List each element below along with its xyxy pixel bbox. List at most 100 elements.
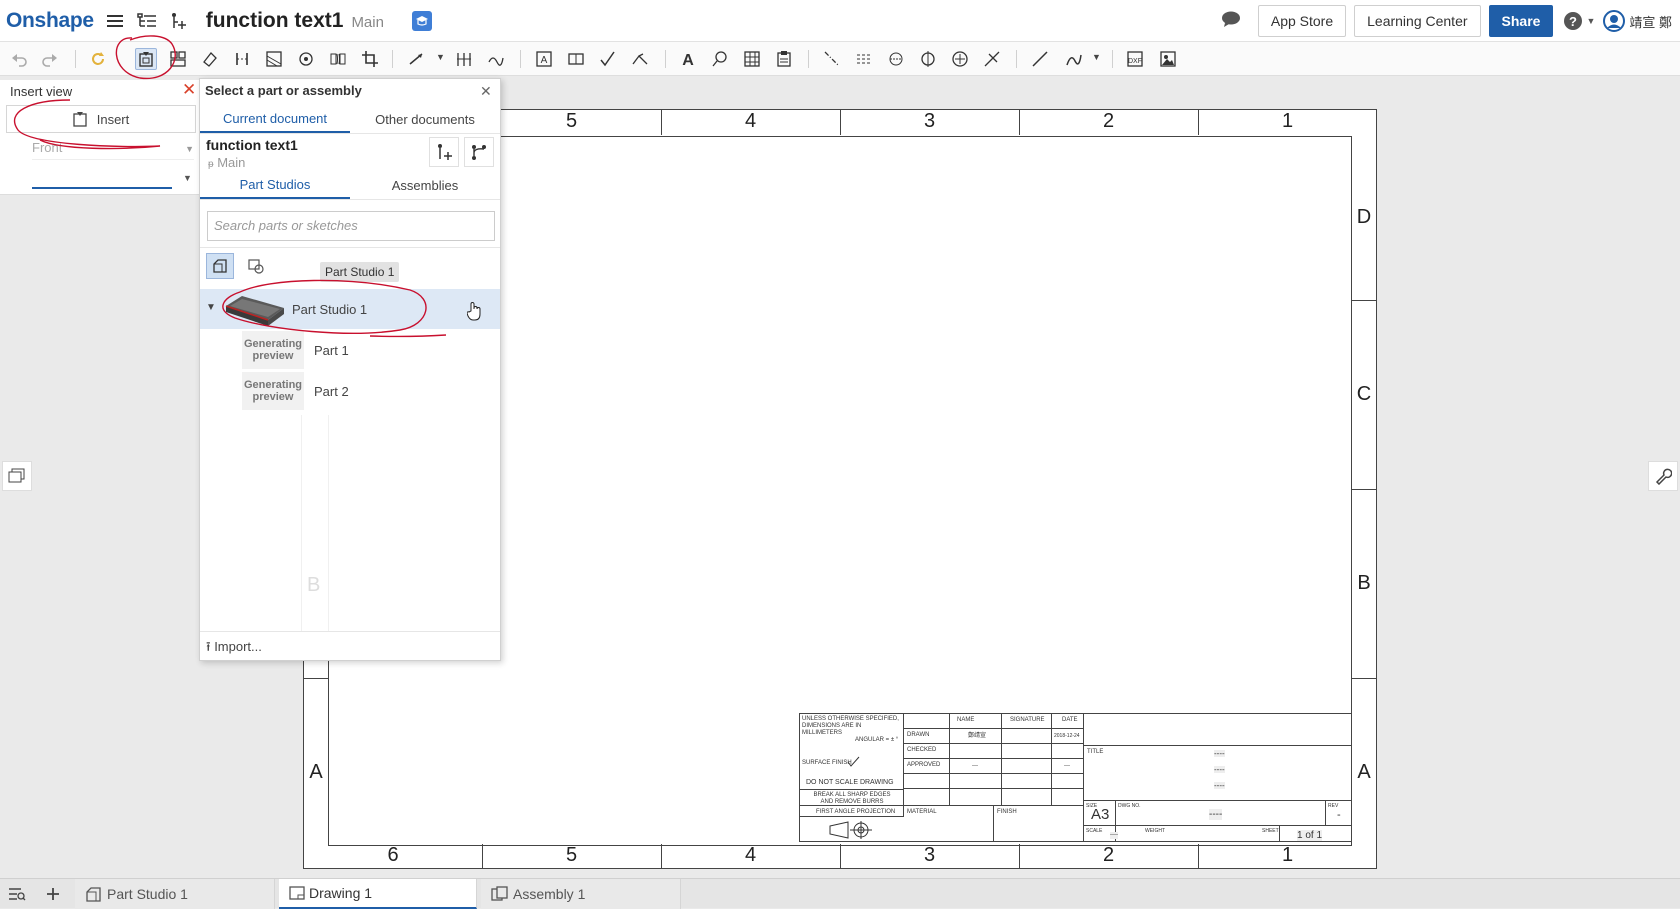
point-to-point-centerline-icon[interactable] xyxy=(885,48,907,70)
line-icon[interactable] xyxy=(1029,48,1051,70)
tab-assemblies[interactable]: Assemblies xyxy=(350,171,500,199)
add-tab-icon[interactable] xyxy=(43,885,63,903)
chamfer-note-icon[interactable] xyxy=(981,48,1003,70)
close-icon[interactable]: ✕ xyxy=(182,80,196,100)
dimension-icon[interactable] xyxy=(406,48,428,70)
tb-title-line1[interactable]: ---- xyxy=(1214,750,1225,758)
user-menu[interactable]: 靖宣 鄭 xyxy=(1603,10,1672,32)
export-image-icon[interactable] xyxy=(1157,48,1179,70)
zone-tick xyxy=(1198,844,1199,869)
chevron-down-icon[interactable]: ▼ xyxy=(206,302,216,313)
chevron-down-icon[interactable]: ▼ xyxy=(1092,52,1101,62)
app-store-button[interactable]: App Store xyxy=(1257,5,1347,37)
break-view-icon[interactable] xyxy=(327,48,349,70)
weld-symbol-icon[interactable] xyxy=(629,48,651,70)
datum-icon[interactable] xyxy=(565,48,587,70)
help-menu[interactable]: ? ▼ xyxy=(1563,11,1595,31)
text-icon[interactable]: A xyxy=(677,48,699,70)
onshape-logo[interactable]: Onshape xyxy=(6,9,94,33)
insert-version-button[interactable] xyxy=(429,137,459,167)
projected-view-icon[interactable] xyxy=(167,48,189,70)
svg-text:DXF: DXF xyxy=(1128,58,1142,65)
tb-approved: APPROVED xyxy=(907,762,941,768)
sketch-icon xyxy=(248,259,264,274)
tab-current-document[interactable]: Current document xyxy=(200,105,350,133)
circle-centermark-icon[interactable] xyxy=(949,48,971,70)
generating-preview: Generating preview xyxy=(242,331,304,369)
comments-icon[interactable] xyxy=(1220,10,1242,33)
insert-part-icon[interactable] xyxy=(168,10,190,32)
centermark-icon[interactable] xyxy=(917,48,939,70)
close-icon[interactable]: ✕ xyxy=(480,83,492,100)
tb-approved-name: --- xyxy=(972,763,978,769)
zone-tick xyxy=(1019,844,1020,869)
generating-preview: Generating preview xyxy=(242,372,304,410)
tb-title-line2[interactable]: ---- xyxy=(1214,766,1225,774)
wrench-icon xyxy=(1655,468,1672,485)
baseline-dimension-icon[interactable] xyxy=(485,48,507,70)
offset-centerline-icon[interactable] xyxy=(853,48,875,70)
spline-icon[interactable] xyxy=(1063,48,1085,70)
note-icon[interactable]: A xyxy=(533,48,555,70)
chevron-down-icon[interactable]: ▼ xyxy=(436,52,445,62)
view-option-select[interactable] xyxy=(32,169,172,189)
paste-table-icon[interactable] xyxy=(773,48,795,70)
views-panel-button[interactable] xyxy=(2,461,32,491)
tb-unless: UNLESS OTHERWISE SPECIFIED, DIMENSIONS A… xyxy=(802,716,899,736)
tab-manager-icon[interactable] xyxy=(7,885,27,903)
broken-out-section-icon[interactable] xyxy=(263,48,285,70)
tb-name-hdr: NAME xyxy=(957,717,975,723)
hamburger-menu-icon[interactable] xyxy=(104,10,126,32)
tb-dwg-no[interactable]: ---- xyxy=(1209,809,1223,820)
document-title[interactable]: function text1 xyxy=(206,9,344,33)
ordinate-dimension-icon[interactable] xyxy=(453,48,475,70)
update-icon[interactable] xyxy=(87,48,109,70)
insert-button[interactable]: Insert xyxy=(6,105,196,133)
tab-other-documents[interactable]: Other documents xyxy=(350,105,500,133)
tab-part-studios[interactable]: Part Studios xyxy=(200,171,350,199)
tb-approved-date: --- xyxy=(1064,763,1070,769)
tb-date-hdr: DATE xyxy=(1062,717,1078,723)
properties-panel-button[interactable] xyxy=(1648,461,1678,491)
drawing-toolbar: ▼ A A ▼ DXF xyxy=(0,42,1680,76)
view-orientation-select[interactable]: Front ▼ xyxy=(32,140,194,160)
import-link[interactable]: ⭱ Import... xyxy=(206,638,262,660)
feature-list-icon[interactable] xyxy=(136,10,158,32)
filter-sketches-button[interactable] xyxy=(242,253,270,279)
chevron-down-icon[interactable]: ▼ xyxy=(183,173,192,183)
insert-view-icon[interactable] xyxy=(135,48,157,70)
insert-view-panel: Insert view ✕ Insert Front ▼ ▼ xyxy=(0,80,200,195)
learning-center-button[interactable]: Learning Center xyxy=(1354,5,1481,37)
zone-number-top: 3 xyxy=(923,110,936,132)
version-graph-button[interactable] xyxy=(464,137,494,167)
centerline-icon[interactable] xyxy=(821,48,843,70)
auxiliary-view-icon[interactable] xyxy=(199,48,221,70)
zone-tick xyxy=(1198,110,1199,135)
learning-badge-icon[interactable] xyxy=(411,10,432,31)
redo-icon[interactable] xyxy=(39,48,61,70)
tb-drawn: DRAWN xyxy=(907,732,930,738)
undo-icon[interactable] xyxy=(8,48,30,70)
assembly-icon xyxy=(491,886,508,901)
tab-drawing-1[interactable]: Drawing 1 xyxy=(279,879,477,909)
list-item-part-studio-1[interactable]: ▼ Part Studio 1 xyxy=(200,289,500,329)
tb-break-edges: BREAK ALL SHARP EDGES AND REMOVE BURRS xyxy=(813,792,891,805)
filter-parts-button[interactable] xyxy=(206,253,234,279)
title-block[interactable]: UNLESS OTHERWISE SPECIFIED, DIMENSIONS A… xyxy=(799,713,1352,842)
detail-view-icon[interactable] xyxy=(295,48,317,70)
list-item-part-1[interactable]: Generating preview Part 1 xyxy=(200,331,500,371)
tb-do-not-scale: DO NOT SCALE DRAWING xyxy=(806,779,894,786)
top-header: Onshape function text1 Main App Store Le… xyxy=(0,0,1680,42)
tab-part-studio-1[interactable]: Part Studio 1 xyxy=(75,879,275,909)
table-icon[interactable] xyxy=(741,48,763,70)
tb-title-line3[interactable]: ---- xyxy=(1214,782,1225,790)
tab-assembly-1[interactable]: Assembly 1 xyxy=(481,879,681,909)
export-dxf-icon[interactable]: DXF xyxy=(1124,48,1146,70)
search-input[interactable]: Search parts or sketches xyxy=(207,211,495,241)
list-item-part-2[interactable]: Generating preview Part 2 xyxy=(200,372,500,412)
share-button[interactable]: Share xyxy=(1488,5,1554,37)
crop-view-icon[interactable] xyxy=(359,48,381,70)
surface-finish-icon[interactable] xyxy=(597,48,619,70)
callout-icon[interactable] xyxy=(709,48,731,70)
section-view-icon[interactable] xyxy=(231,48,253,70)
